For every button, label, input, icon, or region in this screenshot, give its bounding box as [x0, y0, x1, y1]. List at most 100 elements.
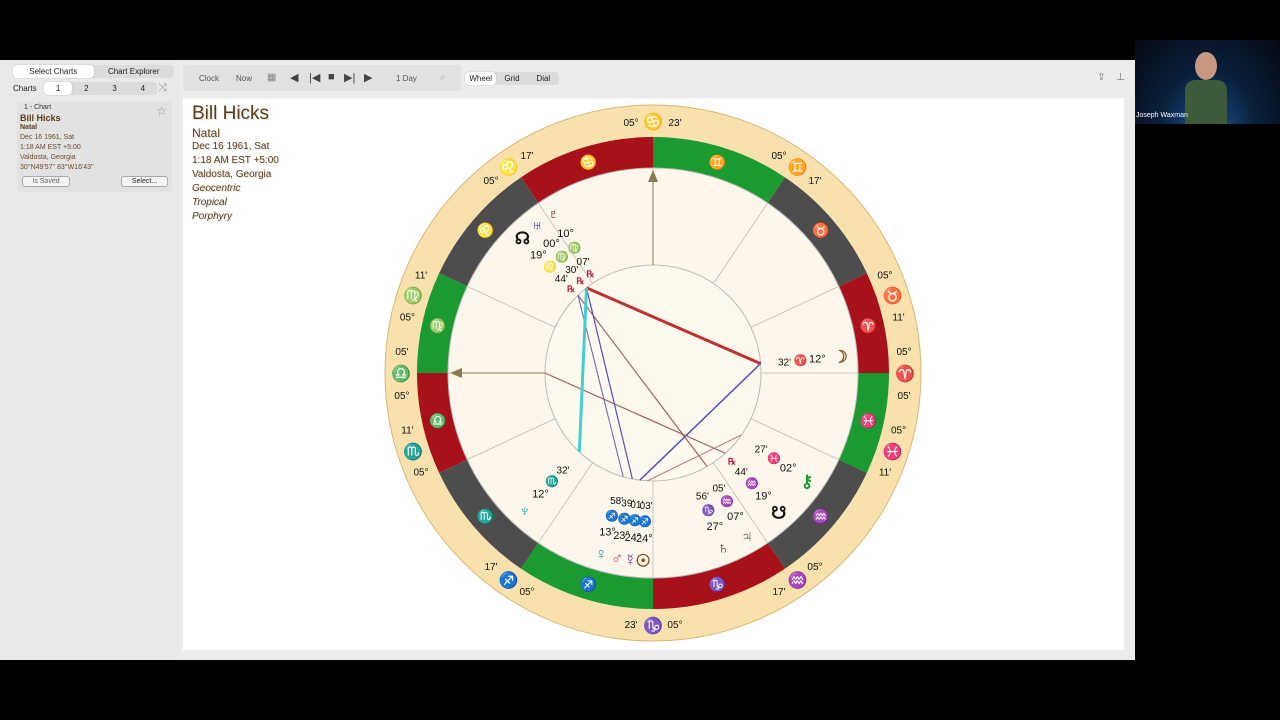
planet-degree: 19°	[755, 491, 772, 503]
house-sign-glyph: ♉	[812, 222, 829, 239]
cusp-sign-icon: ♍	[403, 286, 423, 305]
cusp-minute: 11'	[879, 467, 891, 478]
view-selector: Wheel Grid Dial	[465, 72, 559, 85]
participant-name: Joseph Waxman	[1136, 112, 1188, 119]
select-button[interactable]: Select...	[121, 176, 168, 187]
planet-sign-icon: ♑	[702, 504, 716, 517]
star-icon[interactable]: ☆	[156, 104, 167, 118]
retrograde-icon: ℞	[576, 276, 584, 286]
share-icon[interactable]: ⇪	[1097, 72, 1105, 83]
chart-card[interactable]: 1 - Chart ☆ Bill Hicks Natal Dec 16 1961…	[17, 102, 172, 192]
cusp-degree: 05°	[394, 391, 409, 402]
chart-zodiac: Tropical	[192, 197, 227, 208]
cusp-minute: 05'	[395, 347, 408, 358]
time-toolbar: Clock Now ▦ ◀ |◀ ■ ▶| ▶ 1 Day ⌕	[183, 65, 461, 91]
chart-2-button[interactable]: 2	[72, 82, 100, 95]
house-sign-glyph: ♎	[429, 413, 446, 430]
natal-wheel[interactable]: ♎♏♐ ♑♒♓♈♉♊♋♌♍♋05° 23'♊05°17'♉05°11'♈05°05'…	[383, 98, 923, 650]
card-place: Valdosta, Georgia	[20, 154, 76, 161]
cusp-degree: 05°	[896, 347, 911, 358]
planet-glyph-icon: ⚷	[801, 472, 813, 491]
cusp-sign-icon: ♑	[643, 616, 663, 635]
planet-glyph-icon: ♃	[741, 527, 754, 546]
planet-degree: 10°	[557, 228, 574, 240]
cusp-sign-icon: ♌	[498, 158, 518, 177]
cusp-degree: 05°	[667, 620, 682, 631]
tab-chart-explorer[interactable]: Chart Explorer	[94, 65, 175, 78]
cusp-degree: 05°	[483, 176, 498, 187]
house-sign-glyph: ♈	[860, 317, 877, 334]
cusp-minute: 17'	[772, 587, 785, 598]
chart-4-button[interactable]: 4	[129, 82, 157, 95]
now-button[interactable]: Now	[236, 74, 252, 83]
cusp-degree: 05°	[891, 426, 906, 437]
retrograde-icon: ℞	[567, 284, 575, 294]
chart-time: 1:18 AM EST +5:00	[192, 155, 279, 166]
search-icon[interactable]: ⌕	[440, 72, 446, 83]
interval-field[interactable]: 1 Day	[396, 74, 417, 83]
view-dial[interactable]: Dial	[528, 72, 559, 85]
planet-glyph-icon: ☉	[636, 552, 651, 571]
chart-3-button[interactable]: 3	[101, 82, 129, 95]
chart-place: Valdosta, Georgia	[192, 169, 272, 180]
planet-glyph-icon: ♅	[531, 216, 544, 235]
house-sign-glyph: ♒	[812, 508, 829, 525]
cusp-minute: 11'	[892, 312, 904, 323]
view-wheel[interactable]: Wheel	[465, 72, 497, 85]
planet-sign-icon: ♒	[720, 495, 734, 508]
card-coords: 30°N49'57" 83°W16'43"	[20, 164, 94, 171]
video-feed: Joseph Waxman	[1135, 40, 1280, 124]
step-forward-icon[interactable]: ▶	[364, 71, 372, 84]
cusp-minute: 17'	[520, 151, 533, 162]
chart-info: Bill Hicks Natal Dec 16 1961, Sat 1:18 A…	[192, 102, 279, 224]
planet-minute: 27'	[755, 445, 768, 456]
cusp-degree: 05°	[519, 587, 534, 598]
chart-1-button[interactable]: 1	[44, 82, 73, 95]
cusp-sign-icon: ♊	[788, 158, 808, 177]
planet-minute: 32'	[778, 357, 791, 368]
is-saved-button[interactable]: Is Saved	[22, 176, 70, 187]
cusp-sign-icon: ♐	[498, 570, 518, 589]
planet-glyph-icon: ♀	[595, 545, 608, 564]
planet-minute: 32'	[556, 466, 569, 477]
cusp-sign-icon: ♉	[883, 286, 903, 305]
cusp-minute: 11'	[401, 426, 413, 437]
tab-select-charts[interactable]: Select Charts	[13, 65, 94, 78]
skip-forward-icon[interactable]: ▶|	[344, 71, 355, 84]
planet-glyph-icon: ☋	[771, 504, 786, 523]
chart-number-selector: 1 2 3 4	[44, 82, 157, 95]
stop-icon[interactable]: ■	[328, 71, 335, 83]
cusp-degree: 05°	[623, 118, 638, 129]
planet-glyph-icon: ♄	[717, 538, 730, 557]
step-back-icon[interactable]: ◀	[290, 71, 298, 84]
pin-icon[interactable]: ⊥	[1116, 72, 1125, 83]
cusp-sign-icon: ♈	[895, 364, 915, 383]
planet-sign-icon: ♐	[638, 515, 652, 528]
cusp-minute: 17'	[808, 176, 821, 187]
skip-back-icon[interactable]: |◀	[309, 71, 320, 84]
cusp-sign-icon: ♎	[391, 364, 411, 383]
retrograde-icon: ℞	[728, 457, 736, 467]
view-grid[interactable]: Grid	[496, 72, 527, 85]
chart-date: Dec 16 1961, Sat	[192, 141, 270, 152]
card-time: 1:18 AM EST +5:00	[20, 144, 81, 151]
cusp-degree: 05°	[771, 151, 786, 162]
planet-glyph-icon: ☊	[515, 229, 530, 248]
chart-name: Bill Hicks	[192, 103, 270, 124]
chart-canvas: Bill Hicks Natal Dec 16 1961, Sat 1:18 A…	[183, 98, 1124, 650]
planet-glyph-icon: ♂	[611, 549, 624, 568]
calendar-icon[interactable]: ▦	[267, 72, 276, 83]
cusp-minute: 17'	[484, 562, 497, 573]
planet-minute: 07'	[577, 257, 590, 268]
cusp-degree: 05°	[413, 467, 428, 478]
house-sign-glyph: ♍	[429, 317, 446, 334]
shuffle-icon[interactable]: ⤨	[158, 82, 167, 95]
clock-button[interactable]: Clock	[199, 74, 219, 83]
planet-glyph-icon: ♇	[547, 205, 560, 224]
house-sign-glyph: ♌	[477, 222, 494, 239]
chart-house-system: Porphyry	[192, 211, 233, 222]
sidebar-tabs: Select Charts Chart Explorer	[13, 65, 174, 78]
cusp-degree: 05°	[807, 562, 822, 573]
planet-minute: 05'	[712, 483, 725, 494]
cusp-sign-icon: ♒	[788, 570, 808, 589]
